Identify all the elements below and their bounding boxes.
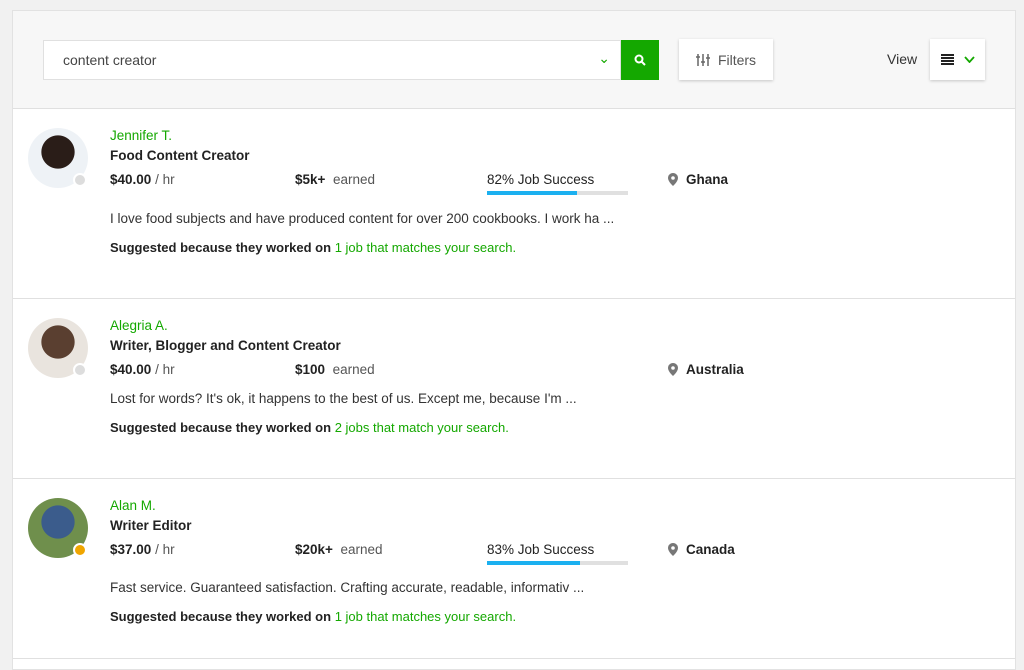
total-earned: $5k+ earned xyxy=(295,172,375,187)
search-button[interactable] xyxy=(621,40,659,80)
location: Ghana xyxy=(668,172,728,187)
search-input[interactable]: content creator ⌄ xyxy=(43,40,621,80)
sliders-icon xyxy=(695,53,710,66)
suggestion-text: Suggested because they worked on 2 jobs … xyxy=(110,420,509,435)
freelancer-title: Writer Editor xyxy=(110,518,192,533)
location: Canada xyxy=(668,542,735,557)
suggestion-text: Suggested because they worked on 1 job t… xyxy=(110,240,517,255)
freelancer-description: Lost for words? It's ok, it happens to t… xyxy=(110,391,577,406)
matching-jobs-link[interactable]: 1 job that matches your search. xyxy=(335,240,516,255)
search-results-card: content creator ⌄ Filters View Jennifer … xyxy=(12,10,1016,670)
search-header: content creator ⌄ Filters View xyxy=(13,11,1015,109)
job-success-bar xyxy=(487,191,628,195)
job-success-label: 83% Job Success xyxy=(487,542,595,557)
chevron-down-icon xyxy=(963,56,975,63)
matching-jobs-link[interactable]: 1 job that matches your search. xyxy=(335,609,516,624)
freelancer-description: Fast service. Guaranteed satisfaction. C… xyxy=(110,580,585,595)
freelancer-title: Writer, Blogger and Content Creator xyxy=(110,338,341,353)
map-pin-icon xyxy=(668,543,678,556)
filters-button[interactable]: Filters xyxy=(679,39,773,80)
hourly-rate: $40.00 / hr xyxy=(110,362,175,377)
chevron-down-icon[interactable]: ⌄ xyxy=(598,50,610,67)
suggestion-text: Suggested because they worked on 1 job t… xyxy=(110,609,517,624)
status-indicator xyxy=(73,543,87,557)
total-earned: $20k+ earned xyxy=(295,542,383,557)
freelancer-name-link[interactable]: Alegria A. xyxy=(110,318,168,333)
matching-jobs-link[interactable]: 2 jobs that match your search. xyxy=(335,420,509,435)
location: Australia xyxy=(668,362,744,377)
job-success-bar xyxy=(487,561,628,565)
hourly-rate: $40.00 / hr xyxy=(110,172,175,187)
status-indicator xyxy=(73,173,87,187)
freelancer-description: I love food subjects and have produced c… xyxy=(110,211,615,226)
view-toggle-button[interactable] xyxy=(930,39,985,80)
hourly-rate: $37.00 / hr xyxy=(110,542,175,557)
filters-label: Filters xyxy=(717,51,757,68)
map-pin-icon xyxy=(668,173,678,186)
freelancer-row[interactable]: Jennifer T. Food Content Creator $40.00 … xyxy=(13,109,1015,299)
freelancer-row[interactable]: Alegria A. Writer, Blogger and Content C… xyxy=(13,299,1015,479)
status-indicator xyxy=(73,363,87,377)
job-success-label: 82% Job Success xyxy=(487,172,595,187)
view-label: View xyxy=(887,51,918,67)
search-icon xyxy=(634,54,646,66)
total-earned: $100 earned xyxy=(295,362,375,377)
freelancer-name-link[interactable]: Jennifer T. xyxy=(110,128,172,143)
freelancer-name-link[interactable]: Alan M. xyxy=(110,498,156,513)
freelancer-title: Food Content Creator xyxy=(110,148,250,163)
list-icon xyxy=(940,54,954,65)
map-pin-icon xyxy=(668,363,678,376)
freelancer-row[interactable]: Alan M. Writer Editor $37.00 / hr $20k+ … xyxy=(13,479,1015,659)
search-value: content creator xyxy=(63,52,157,68)
